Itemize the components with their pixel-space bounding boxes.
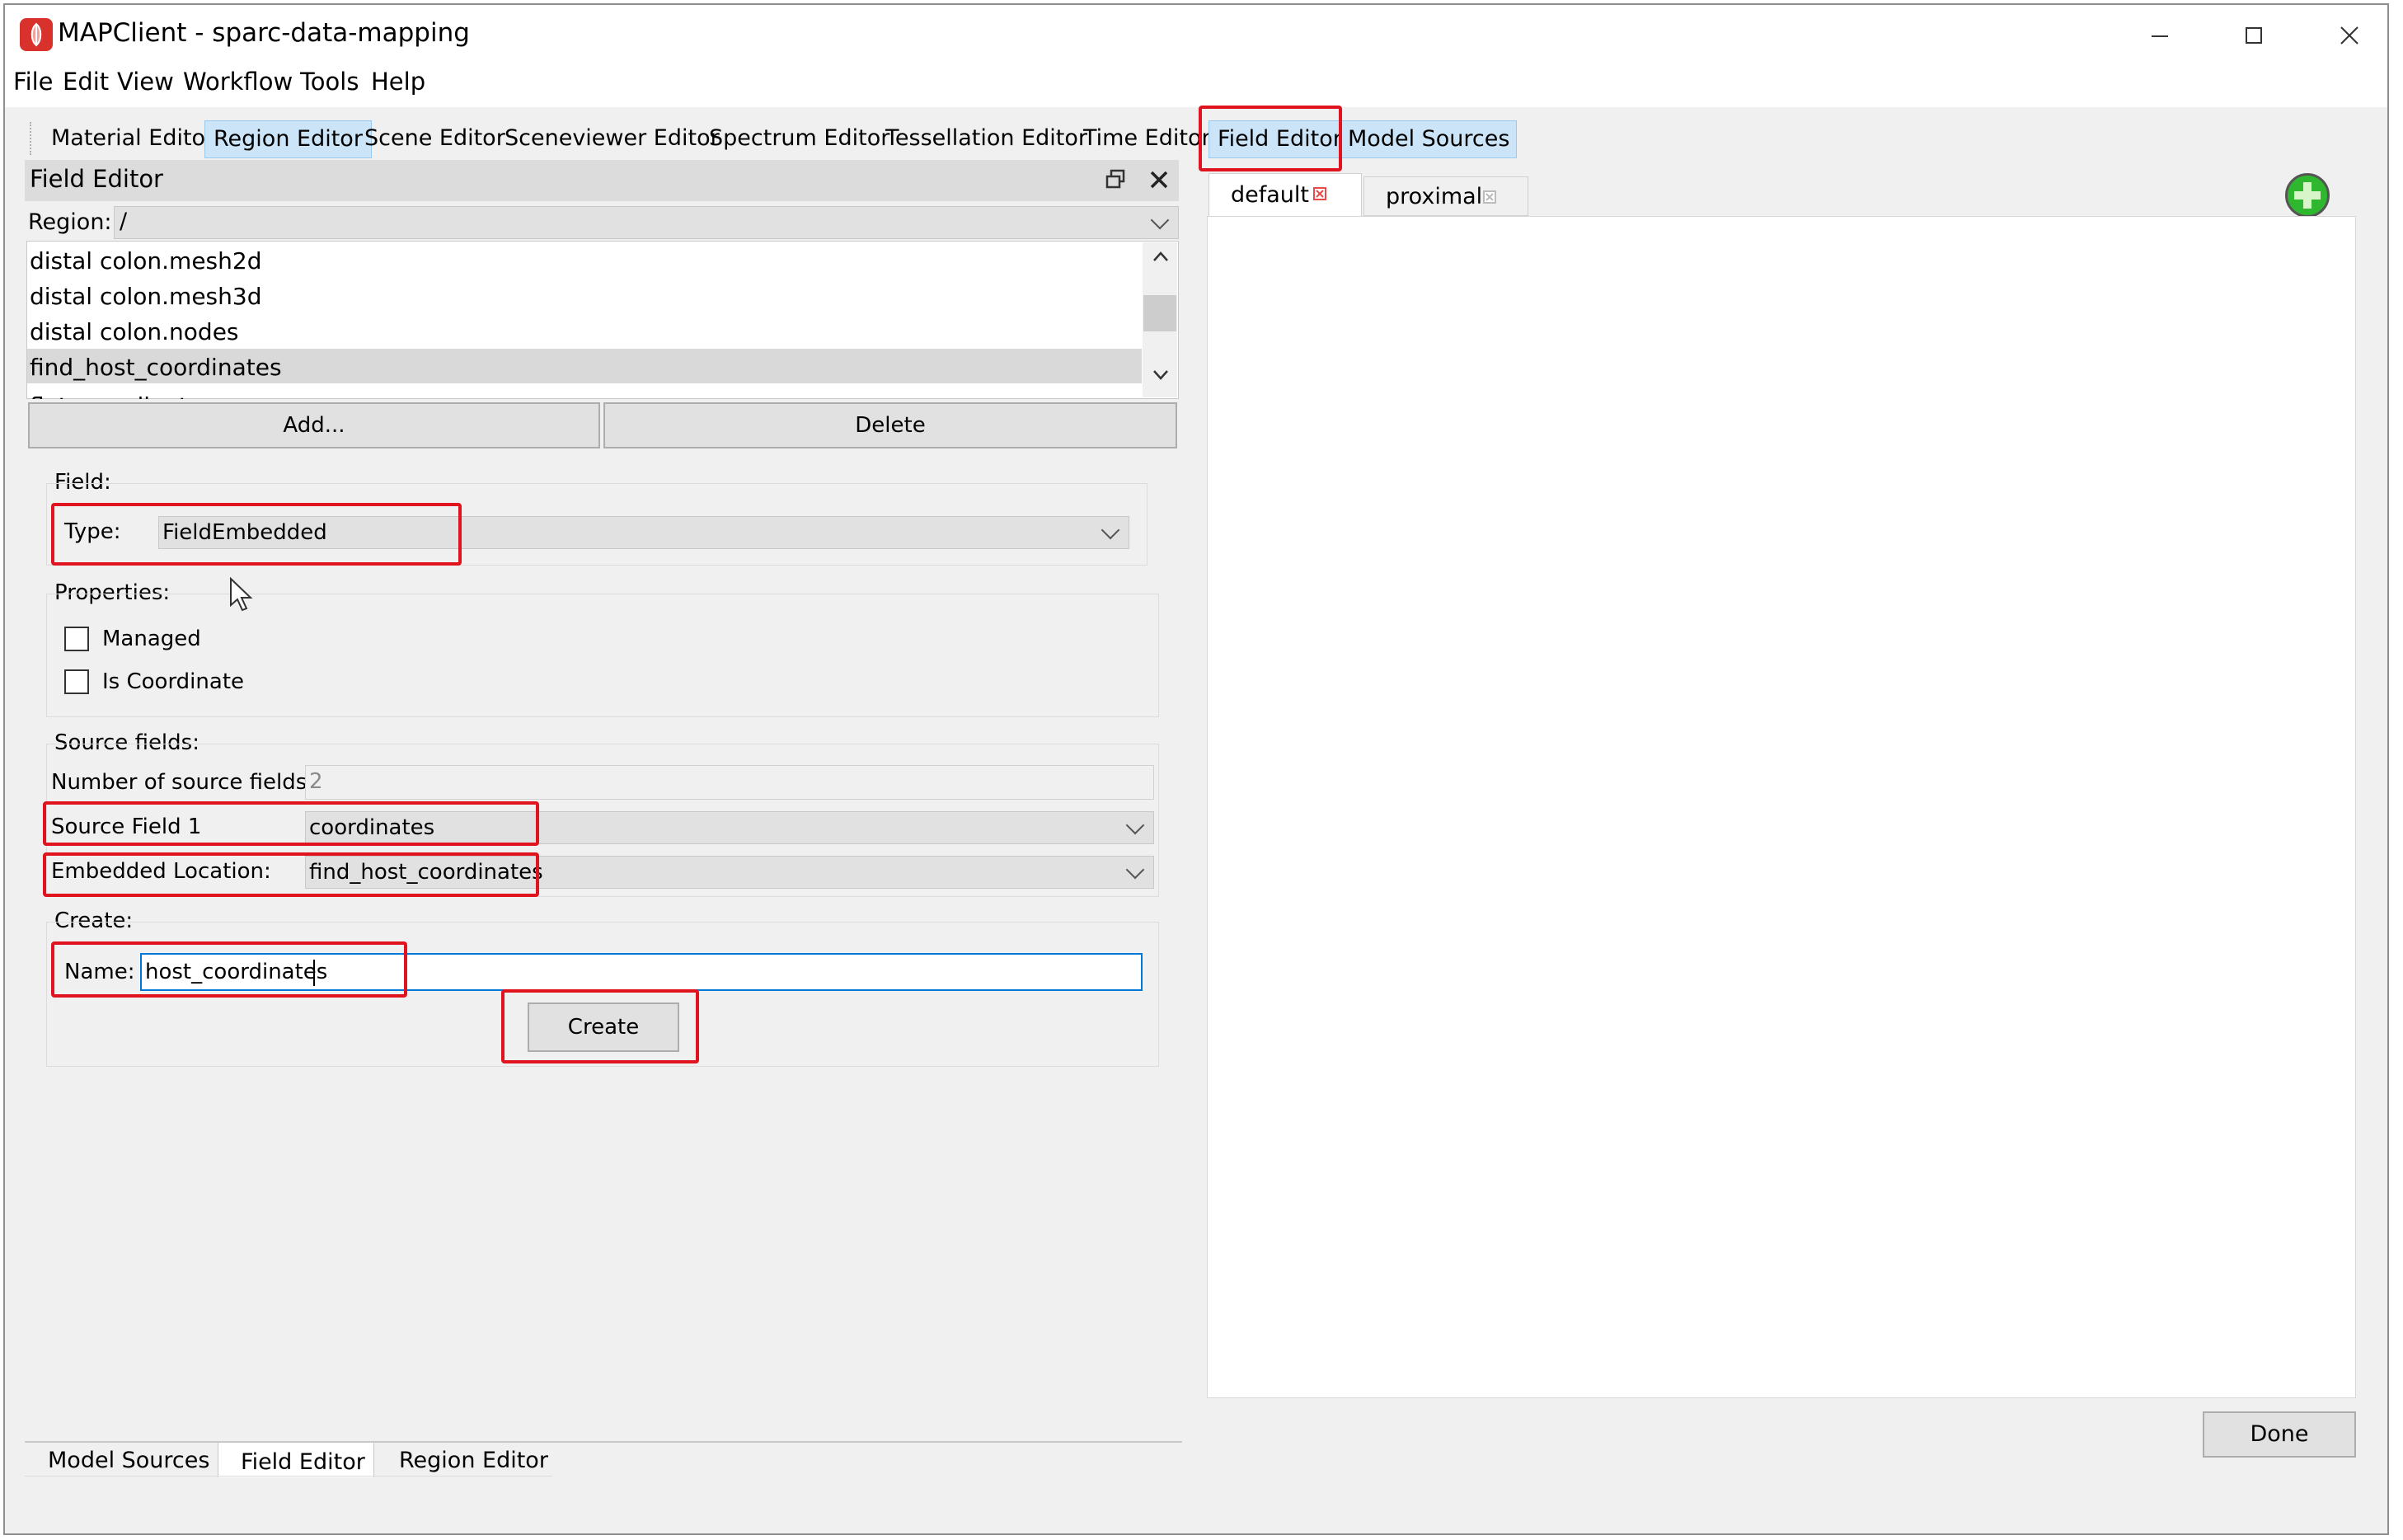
region-label: Region: [28, 209, 112, 235]
managed-label: Managed [102, 627, 201, 651]
toolbar-tab-tessellation-editor[interactable]: Tessellation Editor [885, 120, 1087, 157]
dock-close-button[interactable] [1146, 167, 1172, 193]
source-count-value: 2 [309, 769, 323, 794]
managed-checkbox[interactable] [64, 627, 89, 651]
menu-workflow[interactable]: Workflow [183, 68, 293, 96]
toolbar-tab-time-editor[interactable]: Time Editor [1083, 120, 1211, 157]
add-view-button[interactable] [2285, 173, 2330, 218]
toolbar-tab-spectrum-editor[interactable]: Spectrum Editor [709, 120, 889, 157]
minimize-icon [2152, 35, 2168, 37]
toolbar-grip [30, 122, 31, 155]
toolbar-tab-sceneviewer-editor[interactable]: Sceneviewer Editor [505, 120, 720, 157]
toolbar-tab-scene-editor[interactable]: Scene Editor [364, 120, 505, 157]
done-button[interactable]: Done [2203, 1411, 2356, 1458]
delete-button-label: Delete [855, 413, 926, 438]
highlight-embedded-location [43, 852, 539, 897]
list-item[interactable]: distal colon.nodes [30, 315, 239, 350]
bottom-tab-model-sources[interactable]: Model Sources [48, 1444, 209, 1477]
properties-group [46, 594, 1159, 717]
scrollbar-thumb[interactable] [1143, 295, 1176, 331]
highlight-type-row [51, 503, 462, 566]
is-coordinate-label: Is Coordinate [102, 669, 245, 694]
chevron-down-icon [1125, 815, 1145, 835]
bottom-tab-region-editor[interactable]: Region Editor [399, 1444, 548, 1477]
done-button-label: Done [2250, 1421, 2309, 1447]
view-tab-proximal-close-icon[interactable] [1483, 190, 1496, 204]
highlight-source-field-1 [43, 801, 539, 846]
minimize-button[interactable] [2135, 13, 2185, 58]
dock-title: Field Editor [30, 165, 163, 193]
list-item-selected[interactable]: find_host_coordinates [30, 350, 282, 385]
list-item-clip: flat_coordinates [30, 389, 277, 399]
bottom-tabs-line [25, 1441, 1182, 1443]
chevron-down-icon [1153, 370, 1168, 380]
highlight-name-row [51, 941, 407, 998]
view-tab-proximal[interactable]: proximal [1363, 176, 1528, 216]
view-tab-default-label: default [1231, 182, 1310, 208]
highlight-create-button [501, 989, 699, 1063]
chevron-up-icon [1153, 251, 1168, 261]
chevron-down-icon [1125, 860, 1145, 880]
delete-field-button[interactable]: Delete [603, 402, 1177, 448]
menu-edit[interactable]: Edit [63, 68, 109, 96]
view-tab-default[interactable]: default [1209, 173, 1362, 216]
maximize-icon [2246, 27, 2262, 44]
region-combo[interactable]: / [114, 206, 1179, 239]
dock-titlebar [25, 160, 1179, 201]
add-button-label: Add... [283, 413, 345, 438]
bottom-tabs-bottom-line [25, 1476, 552, 1477]
app-logo-icon [20, 18, 53, 51]
region-value: / [120, 209, 128, 234]
menu-bar [5, 63, 2387, 107]
menu-file[interactable]: File [13, 68, 54, 96]
close-icon [2340, 26, 2358, 45]
menu-help[interactable]: Help [371, 68, 425, 96]
view-tab-default-close-icon[interactable] [1313, 187, 1326, 200]
add-field-button[interactable]: Add... [28, 402, 600, 448]
maximize-button[interactable] [2229, 13, 2279, 58]
float-icon [1105, 169, 1125, 189]
plus-icon [2294, 182, 2321, 209]
menu-view[interactable]: View [117, 68, 174, 96]
close-icon [1150, 171, 1168, 189]
toolbar-tab-region-editor[interactable]: Region Editor [204, 120, 372, 158]
highlight-field-editor-tab [1199, 106, 1342, 171]
chevron-down-icon [1101, 520, 1120, 540]
view-area[interactable] [1207, 216, 2356, 1398]
toolbar-tab-material-editor[interactable]: Material Editor [51, 120, 214, 157]
list-item[interactable]: distal colon.mesh2d [30, 244, 261, 279]
close-button[interactable] [2325, 13, 2374, 58]
mouse-cursor-icon [230, 577, 253, 612]
list-item-partial[interactable]: flat_coordinates [30, 389, 277, 399]
chevron-down-icon [1150, 210, 1170, 230]
source-count-label: Number of source fields: [51, 770, 315, 795]
title-bar: MAPClient - sparc-data-mapping [5, 5, 2387, 63]
bottom-tab-field-editor[interactable]: Field Editor [241, 1446, 365, 1479]
list-scrollbar[interactable] [1143, 242, 1177, 397]
source-count-field: 2 [305, 765, 1154, 800]
window-title: MAPClient - sparc-data-mapping [58, 18, 470, 48]
view-tab-proximal-label: proximal [1386, 184, 1483, 209]
is-coordinate-checkbox[interactable] [64, 669, 89, 694]
list-item[interactable]: distal colon.mesh3d [30, 279, 261, 314]
dock-float-button[interactable] [1103, 167, 1129, 193]
toolbar-tab-model-sources[interactable]: Model Sources [1340, 120, 1518, 158]
menu-tools[interactable]: Tools [300, 68, 359, 96]
